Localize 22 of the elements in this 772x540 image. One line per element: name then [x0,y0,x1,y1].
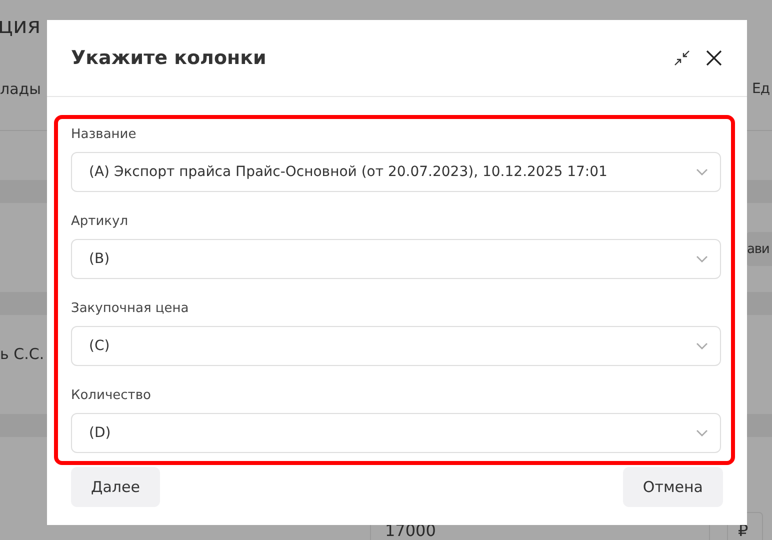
column-select[interactable]: (D) [71,413,721,453]
column-select[interactable]: (A) Экспорт прайса Прайс-Основной (от 20.07.2023), 10.12.2025 17:01 [71,152,721,192]
dialog-title: Укажите колонки [71,47,266,69]
column-header: лады [0,80,41,98]
page-title: ция [0,14,41,39]
field-label: Артикул [71,214,130,231]
chevron-icon [696,168,708,176]
chevron-icon [696,255,708,263]
field-label: Название [71,127,138,144]
field-label: Закупочная цена [71,301,190,318]
column-select[interactable]: (C) [71,326,721,366]
chevron-icon [696,429,708,437]
column-select[interactable]: (B) [71,239,721,279]
column-header: Ед [752,81,770,97]
person-name: ь С.С. [0,345,44,363]
page-button[interactable]: ави [746,232,772,266]
close-icon[interactable] [705,49,723,67]
chevron-icon [696,342,708,350]
next-button[interactable]: Далее [71,467,160,507]
field-label: Количество [71,388,152,405]
collapse-icon[interactable] [673,49,691,67]
cancel-button[interactable]: Отмена [622,467,723,507]
